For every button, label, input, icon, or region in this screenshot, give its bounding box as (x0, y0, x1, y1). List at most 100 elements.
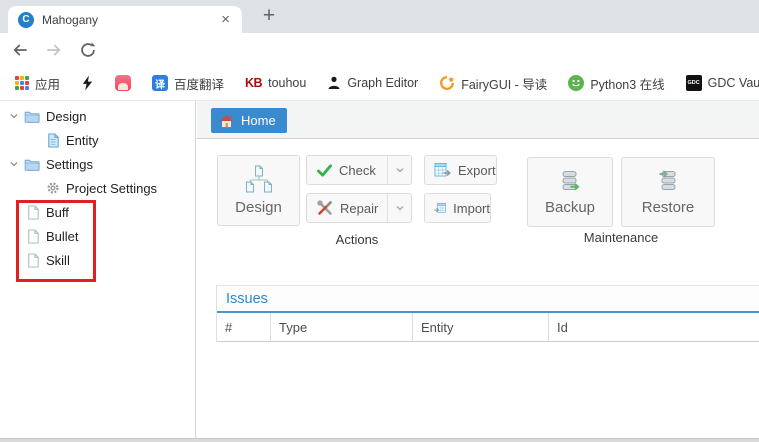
bookmark-lightning[interactable] (76, 72, 99, 94)
tree-label: Entity (66, 133, 99, 148)
tree-item-skill[interactable]: Skill (0, 248, 195, 272)
sidebar-tree: Design Entity Settings Project Settings … (0, 101, 196, 442)
page-tabbar: Home (197, 101, 759, 139)
column-header-id[interactable]: Id (549, 313, 759, 341)
folder-icon (24, 109, 40, 124)
apps-grid-icon (15, 76, 29, 90)
tree-item-project-settings[interactable]: Project Settings (0, 176, 195, 200)
tree-item-entity[interactable]: Entity (0, 128, 195, 152)
folder-icon (24, 157, 40, 172)
actions-group-label: Actions (217, 232, 497, 247)
repair-button-label: Repair (340, 201, 378, 216)
chevron-down-icon[interactable] (7, 111, 21, 121)
site-favicon-icon: C (18, 12, 34, 28)
bookmark-python3[interactable]: Python3 在线 (563, 71, 669, 96)
bookmark-label: 应用 (35, 74, 60, 93)
document-icon (26, 229, 40, 244)
check-dropdown-button[interactable] (387, 156, 411, 184)
tree-label: Design (46, 109, 86, 124)
design-button[interactable]: Design (217, 155, 300, 226)
reload-icon[interactable] (74, 36, 102, 64)
browser-tabstrip: C Mahogany × + (0, 0, 759, 33)
tree-item-design[interactable]: Design (0, 104, 195, 128)
new-tab-button[interactable]: + (256, 3, 282, 29)
bookmark-label: Graph Editor (347, 76, 418, 90)
tree-label: Buff (46, 205, 69, 220)
python-icon (568, 75, 584, 91)
export-button[interactable]: Export (424, 155, 497, 185)
issues-panel-title: Issues (217, 286, 759, 313)
forward-icon[interactable] (40, 36, 68, 64)
bookmark-gdc-vault[interactable]: GDC GDC Vault (681, 72, 759, 94)
bookmark-baidu-translate[interactable]: 译 百度翻译 (147, 71, 229, 96)
issues-table-header: # Type Entity Id (217, 313, 759, 342)
tree-label: Settings (46, 157, 93, 172)
restore-button-label: Restore (642, 199, 695, 216)
export-icon (434, 162, 451, 178)
bookmark-label: FairyGUI - 导读 (461, 74, 547, 93)
backup-icon (558, 169, 582, 193)
check-icon (317, 164, 332, 177)
tree-item-bullet[interactable]: Bullet (0, 224, 195, 248)
document-icon (26, 205, 40, 220)
fairygui-icon (439, 75, 455, 91)
bookmark-label: GDC Vault (708, 76, 759, 90)
home-icon (219, 114, 234, 128)
browser-tab[interactable]: C Mahogany × (8, 6, 242, 33)
tab-title: Mahogany (42, 13, 217, 27)
check-button[interactable]: Check (306, 155, 412, 185)
gear-icon (46, 181, 60, 195)
backup-button-label: Backup (545, 199, 595, 216)
backup-button[interactable]: Backup (527, 157, 613, 227)
column-header-number[interactable]: # (217, 313, 271, 341)
bookmark-fairygui[interactable]: FairyGUI - 导读 (434, 71, 552, 96)
import-icon (434, 200, 446, 216)
bookmark-pink-app[interactable] (110, 72, 136, 94)
back-icon[interactable] (6, 36, 34, 64)
browser-window: C Mahogany × + localhost:44213/#home (0, 0, 759, 442)
chevron-down-icon (395, 165, 405, 175)
bookmark-label: touhou (268, 76, 306, 90)
tree-item-settings[interactable]: Settings (0, 152, 195, 176)
tab-close-icon[interactable]: × (217, 12, 234, 27)
document-blue-icon (46, 133, 60, 148)
tree-label: Project Settings (66, 181, 157, 196)
pink-app-icon (115, 75, 131, 91)
main-area: Home Design Check (197, 101, 759, 442)
repair-dropdown-button[interactable] (387, 194, 411, 222)
restore-icon (656, 169, 680, 193)
kb-icon: KB (245, 76, 262, 90)
gdc-icon: GDC (686, 75, 702, 91)
maintenance-group-label: Maintenance (527, 230, 715, 245)
bookmark-label: Python3 在线 (590, 74, 664, 93)
person-icon (327, 76, 341, 90)
chevron-down-icon (395, 203, 405, 213)
import-button-label: Import (453, 201, 490, 216)
check-button-label: Check (339, 163, 376, 178)
translate-icon: 译 (152, 75, 168, 91)
lightning-icon (81, 75, 94, 91)
repair-button[interactable]: Repair (306, 193, 412, 223)
bookmark-touhou[interactable]: KB touhou (240, 73, 311, 93)
browser-toolbar: localhost:44213/#home (0, 33, 759, 66)
horizontal-scrollbar[interactable] (0, 438, 759, 442)
bookmark-apps[interactable]: 应用 (10, 71, 65, 96)
column-header-entity[interactable]: Entity (413, 313, 549, 341)
restore-button[interactable]: Restore (621, 157, 715, 227)
tab-home[interactable]: Home (211, 108, 287, 133)
tree-label: Bullet (46, 229, 79, 244)
design-button-label: Design (235, 199, 282, 216)
design-icon (242, 165, 276, 193)
repair-icon (317, 200, 333, 216)
column-header-type[interactable]: Type (271, 313, 413, 341)
bookmark-label: 百度翻译 (174, 74, 224, 93)
tab-home-label: Home (241, 113, 276, 128)
import-button[interactable]: Import (424, 193, 491, 223)
tree-item-buff[interactable]: Buff (0, 200, 195, 224)
export-button-label: Export (458, 163, 496, 178)
app-page: Design Entity Settings Project Settings … (0, 101, 759, 442)
tree-label: Skill (46, 253, 70, 268)
document-icon (26, 253, 40, 268)
bookmark-graph-editor[interactable]: Graph Editor (322, 73, 423, 93)
chevron-down-icon[interactable] (7, 159, 21, 169)
